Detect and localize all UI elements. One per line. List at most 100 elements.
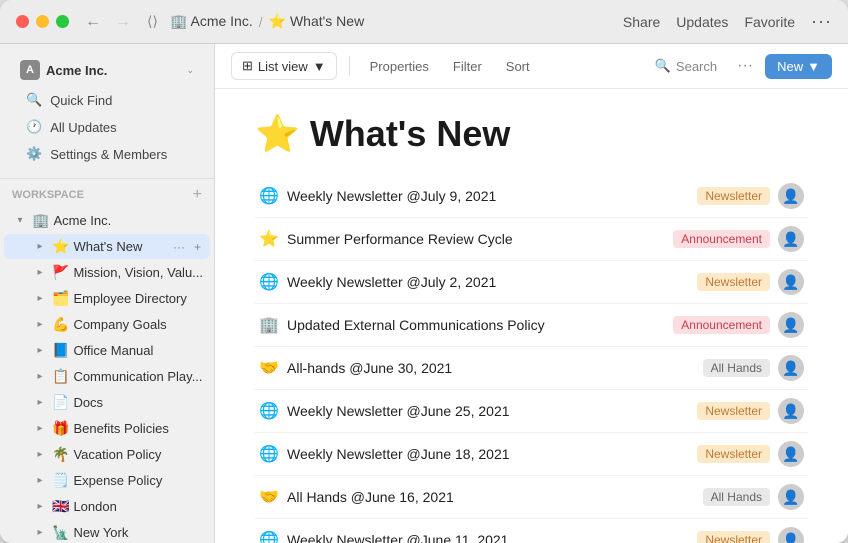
- avatar: 👤: [778, 226, 804, 252]
- sidebar-item-office-manual[interactable]: ▸ 📘 Office Manual: [4, 338, 210, 363]
- page-title: ⭐ What's New: [255, 113, 808, 155]
- avatar: 👤: [778, 183, 804, 209]
- search-icon: 🔍: [655, 58, 671, 74]
- avatar: 👤: [778, 312, 804, 338]
- new-entry-button[interactable]: New ▼: [765, 54, 832, 79]
- search-box[interactable]: 🔍 Search: [647, 54, 725, 78]
- entry-emoji: 🤝: [259, 358, 279, 378]
- list-item[interactable]: 🤝 All-hands @June 30, 2021 All Hands 👤: [255, 347, 808, 390]
- back-button[interactable]: ←: [81, 11, 105, 33]
- workspace-chevron-icon: ⌄: [186, 65, 194, 76]
- list-item[interactable]: 🌐 Weekly Newsletter @June 18, 2021 Newsl…: [255, 433, 808, 476]
- list-item[interactable]: ⭐ Summer Performance Review Cycle Announ…: [255, 218, 808, 261]
- sidebar-item-docs[interactable]: ▸ 📄 Docs: [4, 390, 210, 415]
- breadcrumb-separator: /: [259, 14, 263, 30]
- office-emoji: 📘: [52, 342, 69, 359]
- entry-emoji: 🤝: [259, 487, 279, 507]
- list-item[interactable]: 🌐 Weekly Newsletter @June 25, 2021 Newsl…: [255, 390, 808, 433]
- search-icon: 🔍: [26, 92, 42, 108]
- sidebar-item-acme-inc[interactable]: ▾ 🏢 Acme Inc.: [4, 208, 210, 233]
- breadcrumb-acme[interactable]: 🏢 Acme Inc.: [170, 13, 253, 30]
- workspace-name: A Acme Inc.: [20, 60, 107, 80]
- tree-toggle-office[interactable]: ▸: [32, 343, 48, 359]
- content-area: A Acme Inc. ⌄ 🔍 Quick Find 🕐 All Updates…: [0, 44, 848, 543]
- main-content: ⊞ List view ▼ Properties Filter Sort 🔍 S…: [215, 44, 848, 543]
- tree-toggle-benefits[interactable]: ▸: [32, 421, 48, 437]
- toolbar-separator: [349, 56, 350, 76]
- share-button[interactable]: Share: [623, 14, 660, 30]
- sort-button[interactable]: Sort: [498, 54, 538, 79]
- tree-toggle-employee[interactable]: ▸: [32, 291, 48, 307]
- more-options-button[interactable]: ···: [811, 11, 832, 32]
- updates-button[interactable]: Updates: [676, 14, 728, 30]
- sidebar-toggle-button[interactable]: ⟨⟩: [147, 13, 158, 30]
- filter-button[interactable]: Filter: [445, 54, 490, 79]
- tree-toggle-acme[interactable]: ▾: [12, 213, 28, 229]
- sidebar-top: A Acme Inc. ⌄ 🔍 Quick Find 🕐 All Updates…: [0, 44, 214, 179]
- add-workspace-item-button[interactable]: +: [193, 187, 202, 203]
- sidebar-item-expense[interactable]: ▸ 🗒️ Expense Policy: [4, 468, 210, 493]
- tree-toggle-whats-new[interactable]: ▸: [32, 239, 48, 255]
- london-emoji: 🇬🇧: [52, 498, 69, 515]
- item-add-button[interactable]: +: [191, 239, 204, 255]
- mission-emoji: 🚩: [52, 264, 69, 281]
- clock-icon: 🕐: [26, 119, 42, 135]
- breadcrumb-whats-new[interactable]: ⭐ What's New: [269, 13, 365, 30]
- sidebar-item-benefits[interactable]: ▸ 🎁 Benefits Policies: [4, 416, 210, 441]
- close-button[interactable]: [16, 15, 29, 28]
- sidebar-item-quick-find[interactable]: 🔍 Quick Find: [16, 87, 198, 113]
- tree-toggle-vacation[interactable]: ▸: [32, 447, 48, 463]
- list-item[interactable]: 🌐 Weekly Newsletter @June 11, 2021 Newsl…: [255, 519, 808, 543]
- favorite-button[interactable]: Favorite: [744, 14, 795, 30]
- toolbar-more-button[interactable]: ···: [733, 53, 757, 79]
- sidebar-item-settings[interactable]: ⚙️ Settings & Members: [16, 141, 198, 167]
- sidebar-item-vacation[interactable]: ▸ 🌴 Vacation Policy: [4, 442, 210, 467]
- item-more-button[interactable]: ···: [170, 239, 188, 255]
- entry-badge: All Hands: [703, 488, 770, 506]
- entry-badge: All Hands: [703, 359, 770, 377]
- sidebar: A Acme Inc. ⌄ 🔍 Quick Find 🕐 All Updates…: [0, 44, 215, 543]
- titlebar: ← → ⟨⟩ 🏢 Acme Inc. / ⭐ What's New Share …: [0, 0, 848, 44]
- minimize-button[interactable]: [36, 15, 49, 28]
- tree-toggle-goals[interactable]: ▸: [32, 317, 48, 333]
- nav-arrows: ← →: [81, 11, 135, 33]
- tree-toggle-docs[interactable]: ▸: [32, 395, 48, 411]
- whats-new-emoji: ⭐: [52, 238, 69, 255]
- tree-toggle-new-york[interactable]: ▸: [32, 525, 48, 541]
- view-selector-button[interactable]: ⊞ List view ▼: [231, 52, 337, 80]
- list-item[interactable]: 🌐 Weekly Newsletter @July 2, 2021 Newsle…: [255, 261, 808, 304]
- sidebar-item-whats-new[interactable]: ▸ ⭐ What's New ··· +: [4, 234, 210, 259]
- list-item[interactable]: 🤝 All Hands @June 16, 2021 All Hands 👤: [255, 476, 808, 519]
- sidebar-item-communication[interactable]: ▸ 📋 Communication Play...: [4, 364, 210, 389]
- tree-toggle-expense[interactable]: ▸: [32, 473, 48, 489]
- entry-badge: Announcement: [673, 316, 770, 334]
- entry-title: Weekly Newsletter @June 18, 2021: [287, 446, 689, 462]
- tree-toggle-mission[interactable]: ▸: [32, 265, 48, 281]
- workspace-header[interactable]: A Acme Inc. ⌄: [12, 54, 202, 86]
- list-item[interactable]: 🏢 Updated External Communications Policy…: [255, 304, 808, 347]
- acme-emoji: 🏢: [32, 212, 49, 229]
- sidebar-item-company-goals[interactable]: ▸ 💪 Company Goals: [4, 312, 210, 337]
- tree-toggle-london[interactable]: ▸: [32, 499, 48, 515]
- sidebar-item-employee-dir[interactable]: ▸ 🗂️ Employee Directory: [4, 286, 210, 311]
- sidebar-item-london[interactable]: ▸ 🇬🇧 London: [4, 494, 210, 519]
- sidebar-item-new-york[interactable]: ▸ 🗽 New York: [4, 520, 210, 543]
- tree-toggle-comm[interactable]: ▸: [32, 369, 48, 385]
- forward-button[interactable]: →: [111, 11, 135, 33]
- sidebar-item-mission[interactable]: ▸ 🚩 Mission, Vision, Valu...: [4, 260, 210, 285]
- traffic-lights: [16, 15, 69, 28]
- entry-emoji: 🌐: [259, 401, 279, 421]
- entry-title: Weekly Newsletter @July 9, 2021: [287, 188, 689, 204]
- expense-emoji: 🗒️: [52, 472, 69, 489]
- toolbar: ⊞ List view ▼ Properties Filter Sort 🔍 S…: [215, 44, 848, 89]
- docs-emoji: 📄: [52, 394, 69, 411]
- properties-button[interactable]: Properties: [362, 54, 437, 79]
- page-content: ⭐ What's New 🌐 Weekly Newsletter @July 9…: [215, 89, 848, 543]
- entry-badge: Newsletter: [697, 445, 770, 463]
- list-item[interactable]: 🌐 Weekly Newsletter @July 9, 2021 Newsle…: [255, 175, 808, 218]
- new-dropdown-icon: ▼: [807, 59, 820, 74]
- maximize-button[interactable]: [56, 15, 69, 28]
- entry-emoji: ⭐: [259, 229, 279, 249]
- sidebar-item-all-updates[interactable]: 🕐 All Updates: [16, 114, 198, 140]
- page-title-area: ⭐ What's New: [255, 113, 808, 155]
